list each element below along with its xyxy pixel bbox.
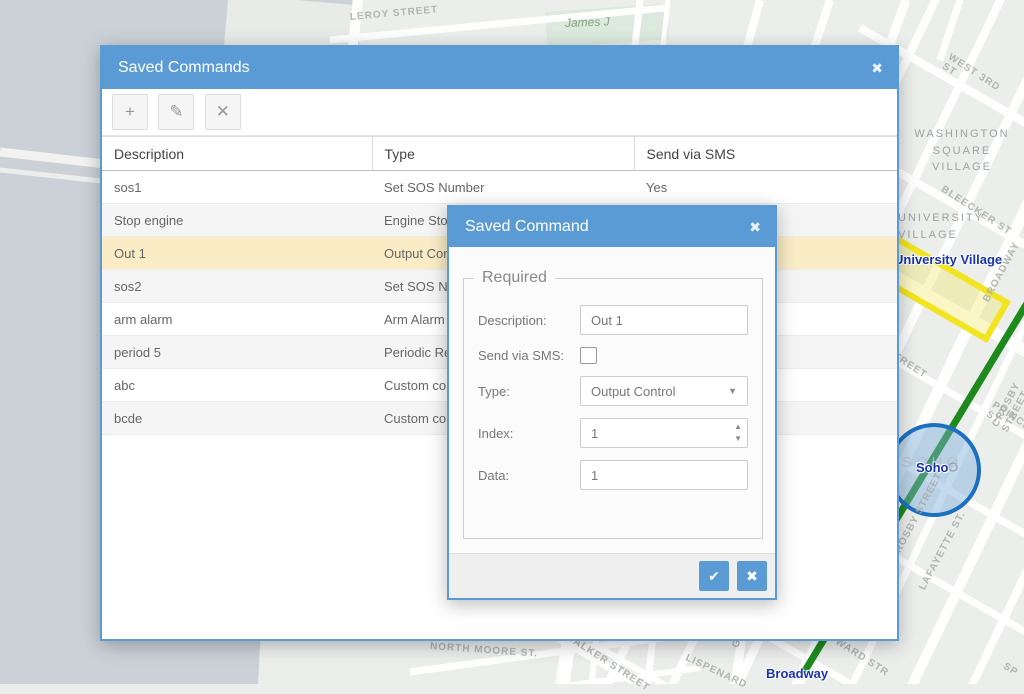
edit-command-button[interactable]: ✎ [158, 94, 194, 130]
description-label: Description: [478, 313, 580, 328]
close-icon[interactable]: ✖ [749, 207, 761, 247]
commands-toolbar: + ✎ ✕ [102, 89, 897, 136]
dialog-title: Saved Command [465, 218, 589, 236]
chevron-down-icon: ▼ [728, 386, 737, 396]
pencil-icon: ✎ [169, 102, 183, 122]
close-icon[interactable]: ✖ [871, 47, 883, 89]
cell-description: arm alarm [102, 303, 372, 336]
cell-description: abc [102, 369, 372, 402]
type-label: Type: [478, 384, 580, 399]
cell-description: sos1 [102, 171, 372, 204]
send-via-sms-label: Send via SMS: [478, 348, 580, 363]
check-icon: ✔ [708, 568, 720, 585]
spinner-down-icon[interactable]: ▼ [734, 433, 742, 445]
table-header-row: Description Type Send via SMS [102, 137, 897, 171]
type-row: Type: Output Control ▼ [478, 376, 748, 406]
delete-icon: ✕ [216, 102, 230, 122]
cancel-button[interactable]: ✖ [737, 561, 767, 591]
description-row: Description: [478, 305, 748, 335]
dialog-title: Saved Commands [118, 59, 250, 77]
required-legend: Required [474, 269, 555, 287]
ok-button[interactable]: ✔ [699, 561, 729, 591]
index-row: Index: ▲ ▼ [478, 418, 748, 448]
column-send-via-sms[interactable]: Send via SMS [634, 137, 897, 171]
saved-command-footer: ✔ ✖ [449, 553, 775, 598]
cell-description: period 5 [102, 336, 372, 369]
cell-sms: Yes [634, 171, 897, 204]
saved-command-header: Saved Command ✖ [449, 207, 775, 247]
table-row[interactable]: sos1 Set SOS Number Yes [102, 171, 897, 204]
cell-type: Set SOS Number [372, 171, 634, 204]
cell-description: Stop engine [102, 204, 372, 237]
delete-command-button[interactable]: ✕ [205, 94, 241, 130]
send-via-sms-checkbox[interactable] [580, 347, 597, 364]
close-icon: ✖ [746, 568, 758, 585]
description-field[interactable] [580, 305, 748, 335]
saved-command-dialog: Saved Command ✖ Required Description: Se… [447, 205, 777, 600]
cell-description: bcde [102, 402, 372, 435]
required-fieldset: Required Description: Send via SMS: Type… [463, 269, 763, 539]
send-via-sms-row: Send via SMS: [478, 347, 748, 364]
data-label: Data: [478, 468, 580, 483]
cell-description: Out 1 [102, 237, 372, 270]
type-select-value: Output Control [591, 384, 676, 399]
spinner-up-icon[interactable]: ▲ [734, 421, 742, 433]
index-label: Index: [478, 426, 580, 441]
cell-description: sos2 [102, 270, 372, 303]
saved-command-form: Required Description: Send via SMS: Type… [449, 247, 775, 539]
column-description[interactable]: Description [102, 137, 372, 171]
type-select[interactable]: Output Control ▼ [580, 376, 748, 406]
saved-commands-header: Saved Commands ✖ [102, 47, 897, 89]
plus-icon: + [125, 102, 135, 122]
data-field[interactable] [580, 460, 748, 490]
data-row: Data: [478, 460, 748, 490]
column-type[interactable]: Type [372, 137, 634, 171]
index-stepper[interactable] [580, 418, 748, 448]
geofence-circle [889, 425, 979, 515]
add-command-button[interactable]: + [112, 94, 148, 130]
